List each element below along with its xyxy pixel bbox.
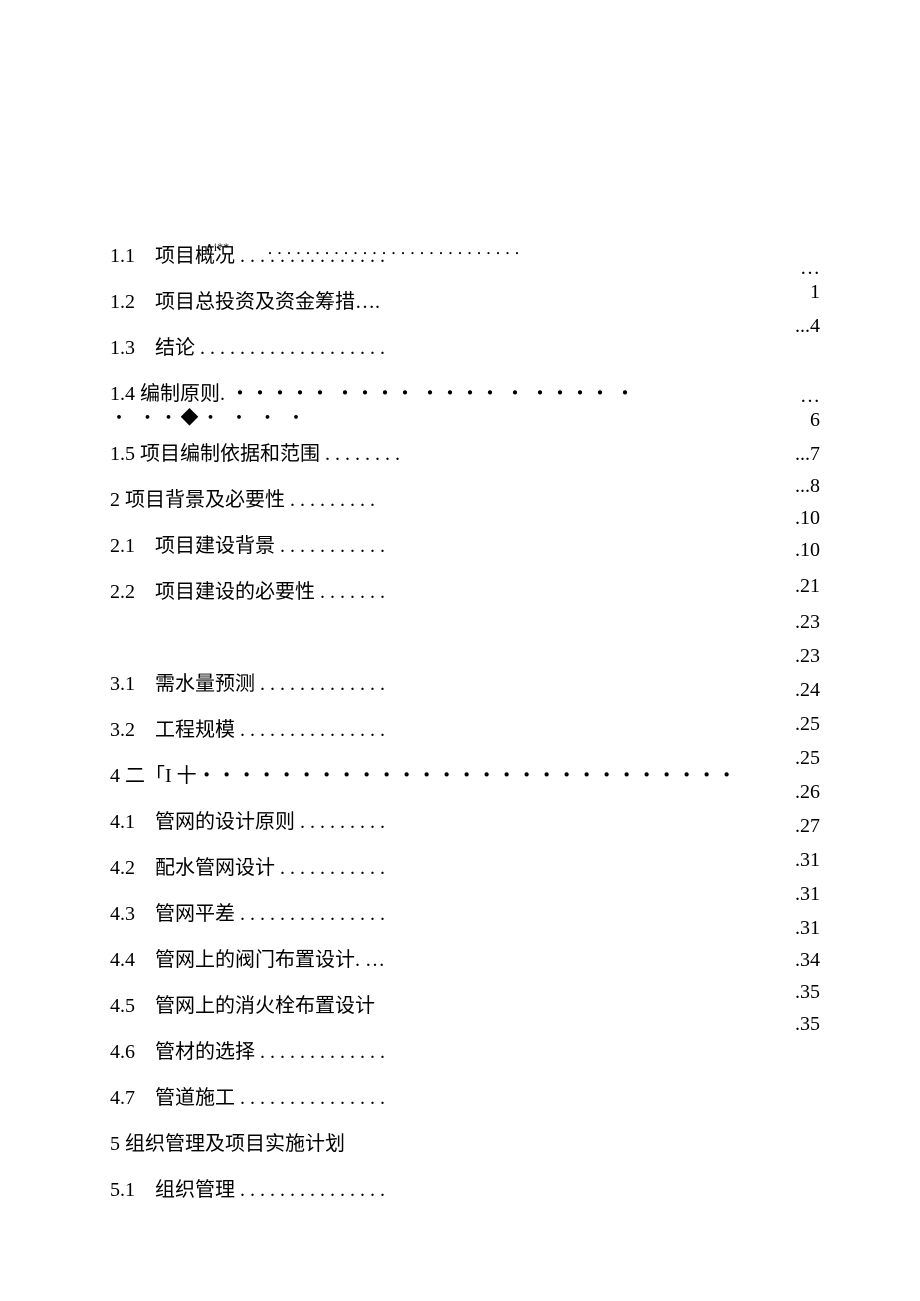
toc-page: .25: [795, 748, 820, 768]
toc-label: 4.1 管网的设计原则 . . . . . . . . .: [110, 806, 385, 838]
toc-entry: 4.4 管网上的阀门布置设计. …: [110, 944, 820, 976]
toc-page: .23: [795, 646, 820, 666]
toc-label: 4.7 管道施工 . . . . . . . . . . . . . . .: [110, 1082, 385, 1114]
toc-container: 1.1 项目概况 . . . . . . . . . . . . . . . 1…: [110, 240, 820, 1220]
toc-label: 5 组织管理及项目实施计划: [110, 1128, 345, 1160]
toc-label: 1.3 结论 . . . . . . . . . . . . . . . . .…: [110, 332, 385, 364]
toc-label: 2.1 项目建设背景 . . . . . . . . . . .: [110, 530, 385, 562]
toc-page: .34: [795, 950, 820, 970]
toc-label: 3.1 需水量预测 . . . . . . . . . . . . .: [110, 668, 385, 700]
toc-label: 1.1 项目概况 . . . . . . . . . . . . . . .: [110, 240, 385, 272]
toc-page: .10: [795, 508, 820, 528]
toc-entry: 5 组织管理及项目实施计划: [110, 1128, 820, 1160]
toc-page: … 6: [795, 384, 820, 432]
toc-page: ...7: [795, 444, 820, 464]
toc-label: 4 二「I 十・・・・・・・・・・・・・・・・・・・・・・・・・・・: [110, 760, 737, 792]
toc-entry: 4.1 管网的设计原则 . . . . . . . . .: [110, 806, 820, 838]
toc-page: … 1: [795, 256, 820, 304]
toc-entry: 1.5 项目编制依据和范围 . . . . . . . .: [110, 438, 820, 470]
toc-entry: 3.2 工程规模 . . . . . . . . . . . . . . .: [110, 714, 820, 746]
toc-label: 2 项目背景及必要性 . . . . . . . . .: [110, 484, 375, 516]
toc-entry: 1.1 项目概况 . . . . . . . . . . . . . . .: [110, 240, 820, 272]
toc-label: 4.4 管网上的阀门布置设计. …: [110, 944, 385, 976]
toc-page: .23: [795, 612, 820, 632]
toc-label: 4.5 管网上的消火栓布置设计: [110, 990, 375, 1022]
toc-label: 2.2 项目建设的必要性 . . . . . . .: [110, 576, 385, 608]
toc-entry: 2.1 项目建设背景 . . . . . . . . . . .: [110, 530, 820, 562]
page-numbers-column: … 1 ...4 … 6 ...7 ...8 .10 .10 .21 .23 .…: [795, 256, 820, 1046]
toc-entry: 1.3 结论 . . . . . . . . . . . . . . . . .…: [110, 332, 820, 364]
toc-page: .26: [795, 782, 820, 802]
toc-page: .31: [795, 850, 820, 870]
toc-label: 3.2 工程规模 . . . . . . . . . . . . . . .: [110, 714, 385, 746]
toc-entry: 2 项目背景及必要性 . . . . . . . . .: [110, 484, 820, 516]
toc-page: .35: [795, 982, 820, 1002]
toc-entry: [110, 622, 820, 654]
toc-label: 4.3 管网平差 . . . . . . . . . . . . . . .: [110, 898, 385, 930]
toc-entry: 4.3 管网平差 . . . . . . . . . . . . . . .: [110, 898, 820, 930]
toc-page: .25: [795, 714, 820, 734]
toc-page: ...8: [795, 476, 820, 496]
toc-page: .10: [795, 540, 820, 560]
toc-page: ...4: [795, 316, 820, 336]
toc-page: [795, 348, 820, 372]
toc-label: 1.2 项目总投资及资金筹措….: [110, 286, 380, 318]
toc-label: 1.5 项目编制依据和范围 . . . . . . . .: [110, 438, 400, 470]
toc-page: .27: [795, 816, 820, 836]
toc-entry: 4.6 管材的选择 . . . . . . . . . . . . .: [110, 1036, 820, 1068]
toc-entry: 4.7 管道施工 . . . . . . . . . . . . . . .: [110, 1082, 820, 1114]
toc-label: 4.6 管材的选择 . . . . . . . . . . . . .: [110, 1036, 385, 1068]
toc-label: 4.2 配水管网设计 . . . . . . . . . . .: [110, 852, 385, 884]
toc-entry: 3.1 需水量预测 . . . . . . . . . . . . .: [110, 668, 820, 700]
toc-page: .31: [795, 918, 820, 938]
toc-label: 5.1 组织管理 . . . . . . . . . . . . . . .: [110, 1174, 385, 1206]
toc-entry: 4.5 管网上的消火栓布置设计: [110, 990, 820, 1022]
toc-page: .21: [795, 576, 820, 596]
toc-entry: 5.1 组织管理 . . . . . . . . . . . . . . .: [110, 1174, 820, 1206]
toc-entry: 4.2 配水管网设计 . . . . . . . . . . .: [110, 852, 820, 884]
toc-entry: 2.2 项目建设的必要性 . . . . . . .: [110, 576, 820, 608]
toc-entry: 1.2 项目总投资及资金筹措….: [110, 286, 820, 318]
toc-page: .31: [795, 884, 820, 904]
toc-entry: 4 二「I 十・・・・・・・・・・・・・・・・・・・・・・・・・・・: [110, 760, 820, 792]
toc-page: .24: [795, 680, 820, 700]
toc-page: .35: [795, 1014, 820, 1034]
